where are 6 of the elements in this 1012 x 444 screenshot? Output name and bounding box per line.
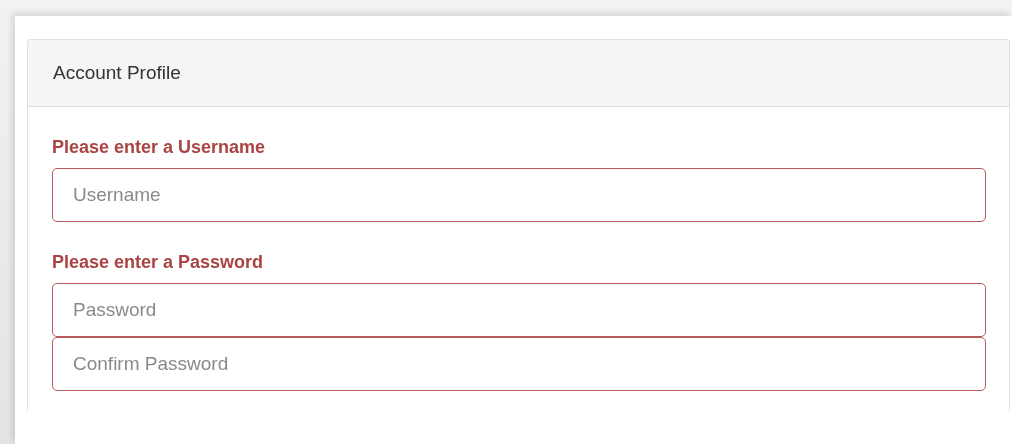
panel-title: Account Profile <box>53 62 181 84</box>
input-field[interactable]: Username <box>52 168 986 222</box>
input-field[interactable]: Confirm Password <box>52 337 986 391</box>
input-field[interactable]: Password <box>52 283 986 337</box>
validation-message: Please enter a Username <box>52 137 267 157</box>
validation-message: Please enter a Password <box>52 252 265 272</box>
